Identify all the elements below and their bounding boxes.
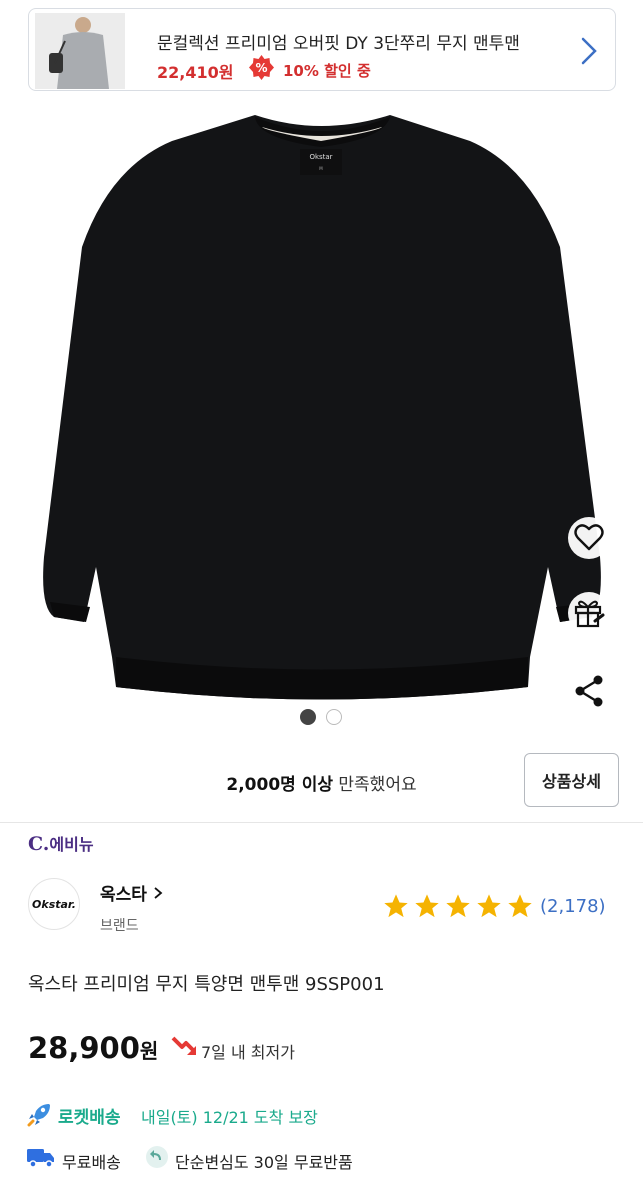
- free-return-label: 단순변심도 30일 무료반품: [175, 1153, 353, 1172]
- return-icon: [145, 1145, 169, 1169]
- star-icon: [446, 894, 470, 918]
- sweater-label: Okstar: [309, 153, 332, 161]
- brand-logo[interactable]: Okstar.: [28, 878, 80, 930]
- image-pagination[interactable]: [300, 709, 342, 725]
- product-image[interactable]: Okstar M: [0, 97, 643, 737]
- promo-thumbnail: [35, 13, 125, 89]
- chevron-right-icon[interactable]: [579, 35, 599, 67]
- seller-mark: C.: [28, 833, 50, 855]
- pagination-dot[interactable]: [326, 709, 342, 725]
- truck-icon: [26, 1145, 56, 1169]
- brand-name: 옥스타: [100, 885, 147, 905]
- star-icon: [477, 894, 501, 918]
- chevron-right-icon: [154, 887, 163, 899]
- satisfaction-count: 2,000명 이상: [226, 775, 333, 795]
- satisfaction-label: 만족했어요: [333, 775, 417, 795]
- product-title: 옥스타 프리미엄 무지 특양면 맨투맨 9SSP001: [28, 974, 385, 995]
- free-shipping-label: 무료배송: [62, 1153, 121, 1172]
- product-detail-button[interactable]: 상품상세: [524, 753, 619, 807]
- arrival-guarantee: 내일(토) 12/21 도착 보장: [141, 1108, 318, 1127]
- brand-link[interactable]: 옥스타: [100, 880, 163, 905]
- percent-badge-icon: %: [249, 55, 274, 80]
- lowest-price-icon: [170, 1033, 198, 1061]
- rating-stars[interactable]: [382, 892, 534, 920]
- rocket-icon: [27, 1101, 53, 1127]
- heart-icon[interactable]: [564, 513, 614, 563]
- related-product-banner[interactable]: 문컬렉션 프리미엄 오버핏 DY 3단쭈리 무지 맨투맨 22,410원 % 1…: [28, 8, 616, 91]
- svg-text:%: %: [255, 61, 267, 75]
- price-amount: 28,900: [28, 1031, 140, 1065]
- review-count[interactable]: (2,178): [540, 896, 606, 917]
- divider: [0, 822, 643, 823]
- seller-name[interactable]: C.에비뉴: [28, 831, 94, 855]
- gift-icon[interactable]: [564, 588, 614, 638]
- lowest-price-label: 7일 내 최저가: [201, 1043, 295, 1062]
- brand-sub: 브랜드: [100, 918, 139, 934]
- svg-text:M: M: [319, 166, 323, 171]
- pagination-dot[interactable]: [300, 709, 316, 725]
- product-price: 28,900원: [28, 1031, 158, 1065]
- rocket-delivery-label: 로켓배송: [58, 1108, 121, 1128]
- promo-title: 문컬렉션 프리미엄 오버핏 DY 3단쭈리 무지 맨투맨: [157, 34, 520, 54]
- share-icon[interactable]: [564, 666, 614, 716]
- star-icon: [415, 894, 439, 918]
- promo-discount: 10% 할인 중: [283, 62, 371, 80]
- seller-label: 에비뉴: [49, 835, 94, 854]
- star-icon: [384, 894, 408, 918]
- price-unit: 원: [139, 1039, 159, 1063]
- promo-price: 22,410원: [157, 63, 234, 82]
- star-icon: [508, 894, 532, 918]
